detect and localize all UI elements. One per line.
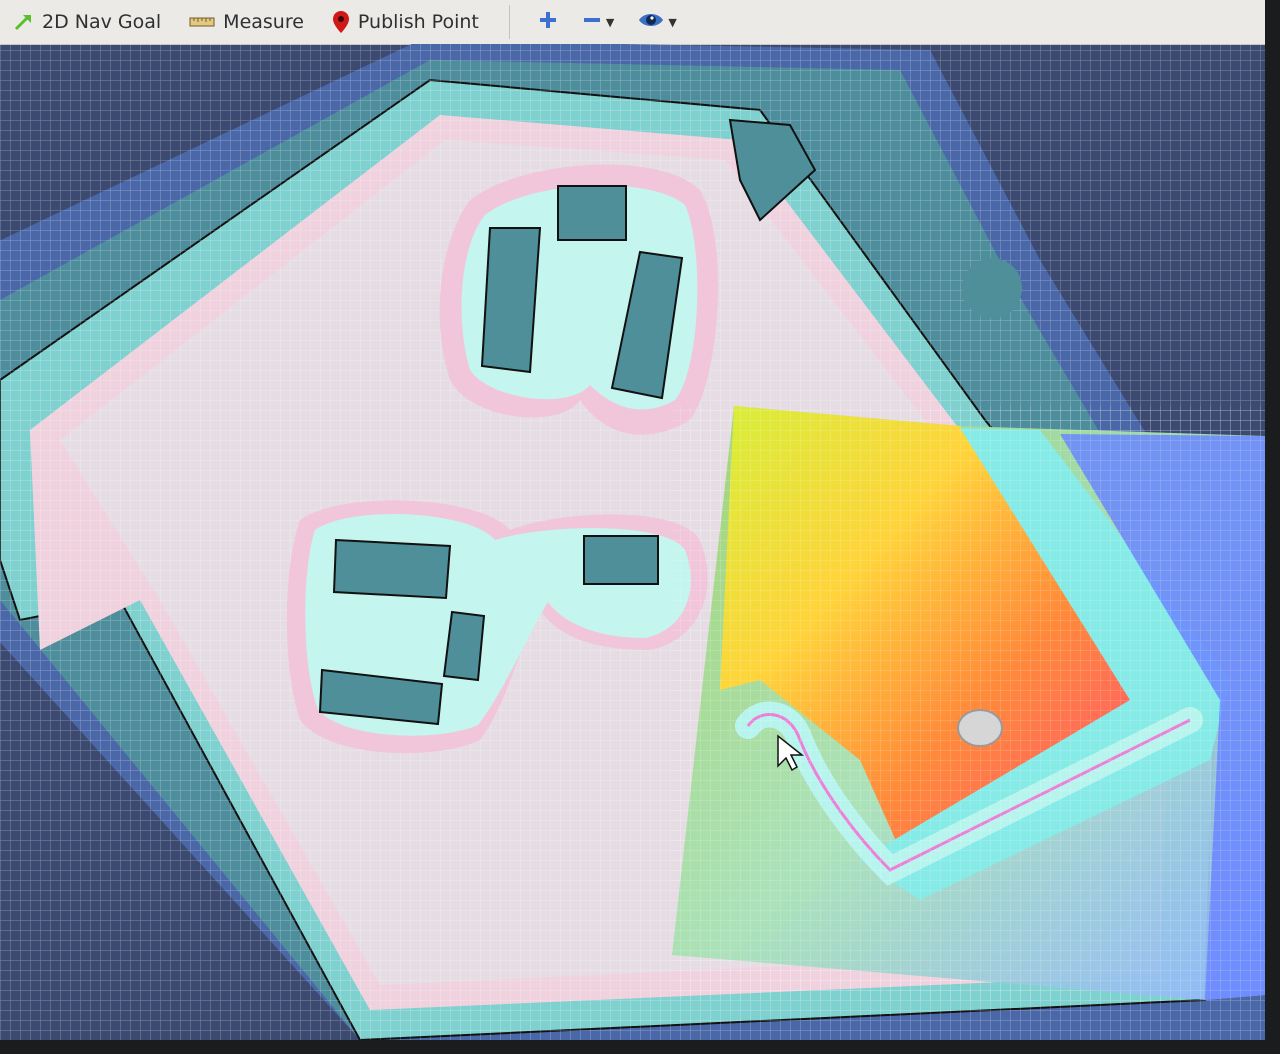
3d-map-viewport[interactable] [0,44,1265,1040]
chevron-down-icon: ▼ [605,15,615,29]
nav-goal-label: 2D Nav Goal [42,11,162,33]
publish-point-tool[interactable]: Publish Point [318,0,493,44]
rviz-window: 2D Nav Goal Measure Publish Point ▼ ▼ [0,0,1265,1040]
obstacle [557,185,627,241]
publish-point-label: Publish Point [357,11,479,33]
measure-label: Measure [223,11,304,33]
view-tool-button[interactable]: ▼ [626,0,688,44]
obstacle-round [962,258,1022,318]
map-pin-icon [332,10,350,34]
arrow-icon [14,12,34,32]
tools-toolbar: 2D Nav Goal Measure Publish Point ▼ ▼ [0,0,1265,45]
chevron-down-icon: ▼ [668,15,677,29]
remove-tool-button[interactable]: ▼ [570,0,626,44]
ruler-icon [189,15,215,29]
map-render [0,44,1265,1040]
measure-tool[interactable]: Measure [175,0,318,44]
plus-icon [538,10,558,34]
eye-icon [638,11,664,33]
nav-goal-tool[interactable]: 2D Nav Goal [0,0,175,44]
minus-icon [582,10,602,34]
obstacle [442,610,486,682]
add-tool-button[interactable] [526,0,570,44]
toolbar-separator [508,5,510,39]
obstacle [480,227,542,374]
obstacle [583,535,659,585]
costmap-grid [672,406,1265,1000]
robot-marker [957,709,1003,747]
obstacle [332,538,452,600]
